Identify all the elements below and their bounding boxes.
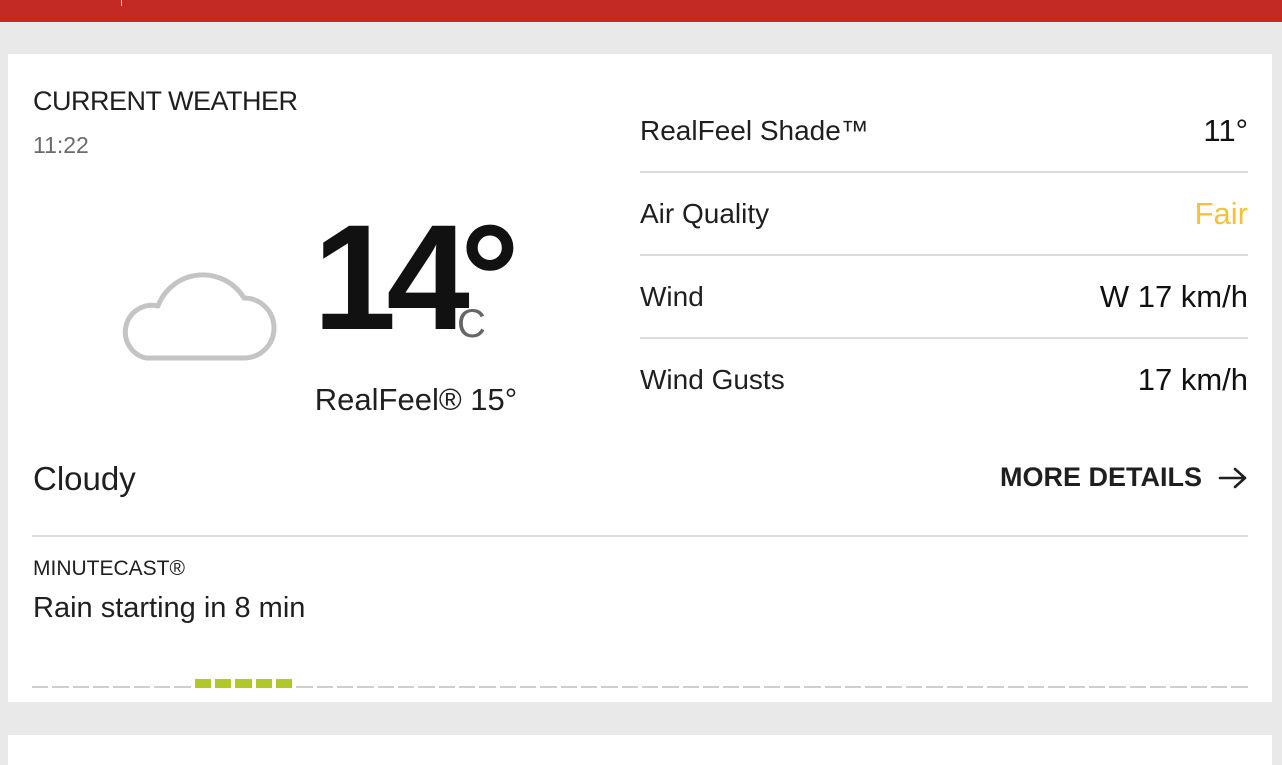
precip-segment xyxy=(316,686,333,688)
nav-separator xyxy=(121,0,122,6)
precip-segment xyxy=(174,686,191,688)
precip-segment xyxy=(1068,686,1086,688)
precip-segment xyxy=(438,686,455,688)
precip-segment xyxy=(926,686,943,688)
precip-segment xyxy=(702,686,720,688)
precip-segment xyxy=(113,686,130,688)
precip-segment xyxy=(540,686,557,688)
precip-segment xyxy=(296,686,313,688)
precip-segment xyxy=(72,686,89,688)
detail-value: W 17 km/h xyxy=(1099,278,1248,314)
precip-segment xyxy=(601,686,618,688)
minutecast-title: MINUTECAST® xyxy=(33,557,185,580)
precip-segment xyxy=(906,686,923,688)
precip-segment xyxy=(1089,686,1106,688)
precip-segment xyxy=(804,686,821,688)
air-quality-value: Fair xyxy=(1194,195,1248,231)
minutecast-precip-bar xyxy=(32,676,1248,688)
detail-value: 11° xyxy=(1203,112,1248,148)
current-weather-title: CURRENT WEATHER xyxy=(33,86,298,116)
precip-segment xyxy=(52,686,69,688)
precip-segment xyxy=(1007,686,1025,688)
precip-segment-rain xyxy=(235,679,252,688)
precip-segment xyxy=(519,686,537,688)
precip-segment xyxy=(1170,686,1187,688)
more-details-link[interactable]: MORE DETAILS xyxy=(1000,462,1248,493)
precip-segment xyxy=(357,686,374,688)
detail-row-wind-gusts: Wind Gusts 17 km/h xyxy=(640,339,1248,420)
precip-segment xyxy=(336,686,354,688)
more-details-label: MORE DETAILS xyxy=(1000,462,1202,492)
detail-label: Air Quality xyxy=(640,197,770,229)
detail-row-wind: Wind W 17 km/h xyxy=(640,256,1248,339)
precip-segment xyxy=(1231,686,1248,688)
precip-segment xyxy=(743,686,760,688)
precip-segment xyxy=(967,686,984,688)
precip-segment-rain xyxy=(214,679,232,688)
precip-segment xyxy=(1211,686,1228,688)
precip-segment xyxy=(1150,686,1167,688)
precip-segment xyxy=(1129,686,1147,688)
precip-segment-rain xyxy=(194,679,211,688)
precip-segment xyxy=(377,686,394,688)
precip-segment xyxy=(1048,686,1065,688)
precip-segment xyxy=(987,686,1004,688)
next-card xyxy=(8,735,1272,765)
weather-details-list: RealFeel Shade™ 11° Air Quality Fair Win… xyxy=(640,90,1248,420)
precip-segment xyxy=(845,686,862,688)
precip-segment xyxy=(865,686,882,688)
arrow-right-icon xyxy=(1218,467,1248,489)
precip-segment xyxy=(885,686,903,688)
weather-phrase: Cloudy xyxy=(33,460,136,497)
detail-row-air-quality: Air Quality Fair xyxy=(640,173,1248,256)
current-weather-card[interactable]: CURRENT WEATHER 11:22 14° C RealFeel® 15… xyxy=(8,54,1272,702)
precip-segment xyxy=(824,686,842,688)
section-divider xyxy=(32,535,1248,537)
precip-segment-rain xyxy=(275,679,293,688)
precip-segment xyxy=(662,686,679,688)
detail-label: Wind Gusts xyxy=(640,363,785,395)
precip-segment xyxy=(1190,686,1208,688)
precip-segment xyxy=(397,686,415,688)
temperature-unit: C xyxy=(457,302,486,346)
observation-time: 11:22 xyxy=(33,132,89,158)
precip-segment xyxy=(133,686,150,688)
precip-segment xyxy=(418,686,435,688)
precip-segment xyxy=(1109,686,1126,688)
precip-segment xyxy=(621,686,638,688)
precip-segment xyxy=(763,686,781,688)
precip-segment xyxy=(32,686,49,688)
realfeel-value: RealFeel® 15° xyxy=(314,382,518,417)
precip-segment xyxy=(458,686,476,688)
detail-row-realfeel-shade: RealFeel Shade™ 11° xyxy=(640,90,1248,173)
precip-segment xyxy=(946,686,964,688)
precip-segment xyxy=(784,686,801,688)
precip-segment xyxy=(723,686,740,688)
precip-segment xyxy=(92,686,110,688)
precip-segment xyxy=(641,686,659,688)
detail-value: 17 km/h xyxy=(1137,361,1248,397)
precip-segment xyxy=(580,686,598,688)
detail-label: RealFeel Shade™ xyxy=(640,114,869,146)
detail-label: Wind xyxy=(640,280,704,312)
precip-segment-rain xyxy=(255,679,272,688)
top-nav-bar xyxy=(0,0,1282,22)
precip-segment xyxy=(153,686,171,688)
cloud-icon xyxy=(116,266,282,367)
precip-segment xyxy=(499,686,516,688)
precip-segment xyxy=(682,686,699,688)
precip-segment xyxy=(479,686,496,688)
minutecast-summary: Rain starting in 8 min xyxy=(33,592,306,624)
precip-segment xyxy=(560,686,577,688)
precip-segment xyxy=(1028,686,1045,688)
